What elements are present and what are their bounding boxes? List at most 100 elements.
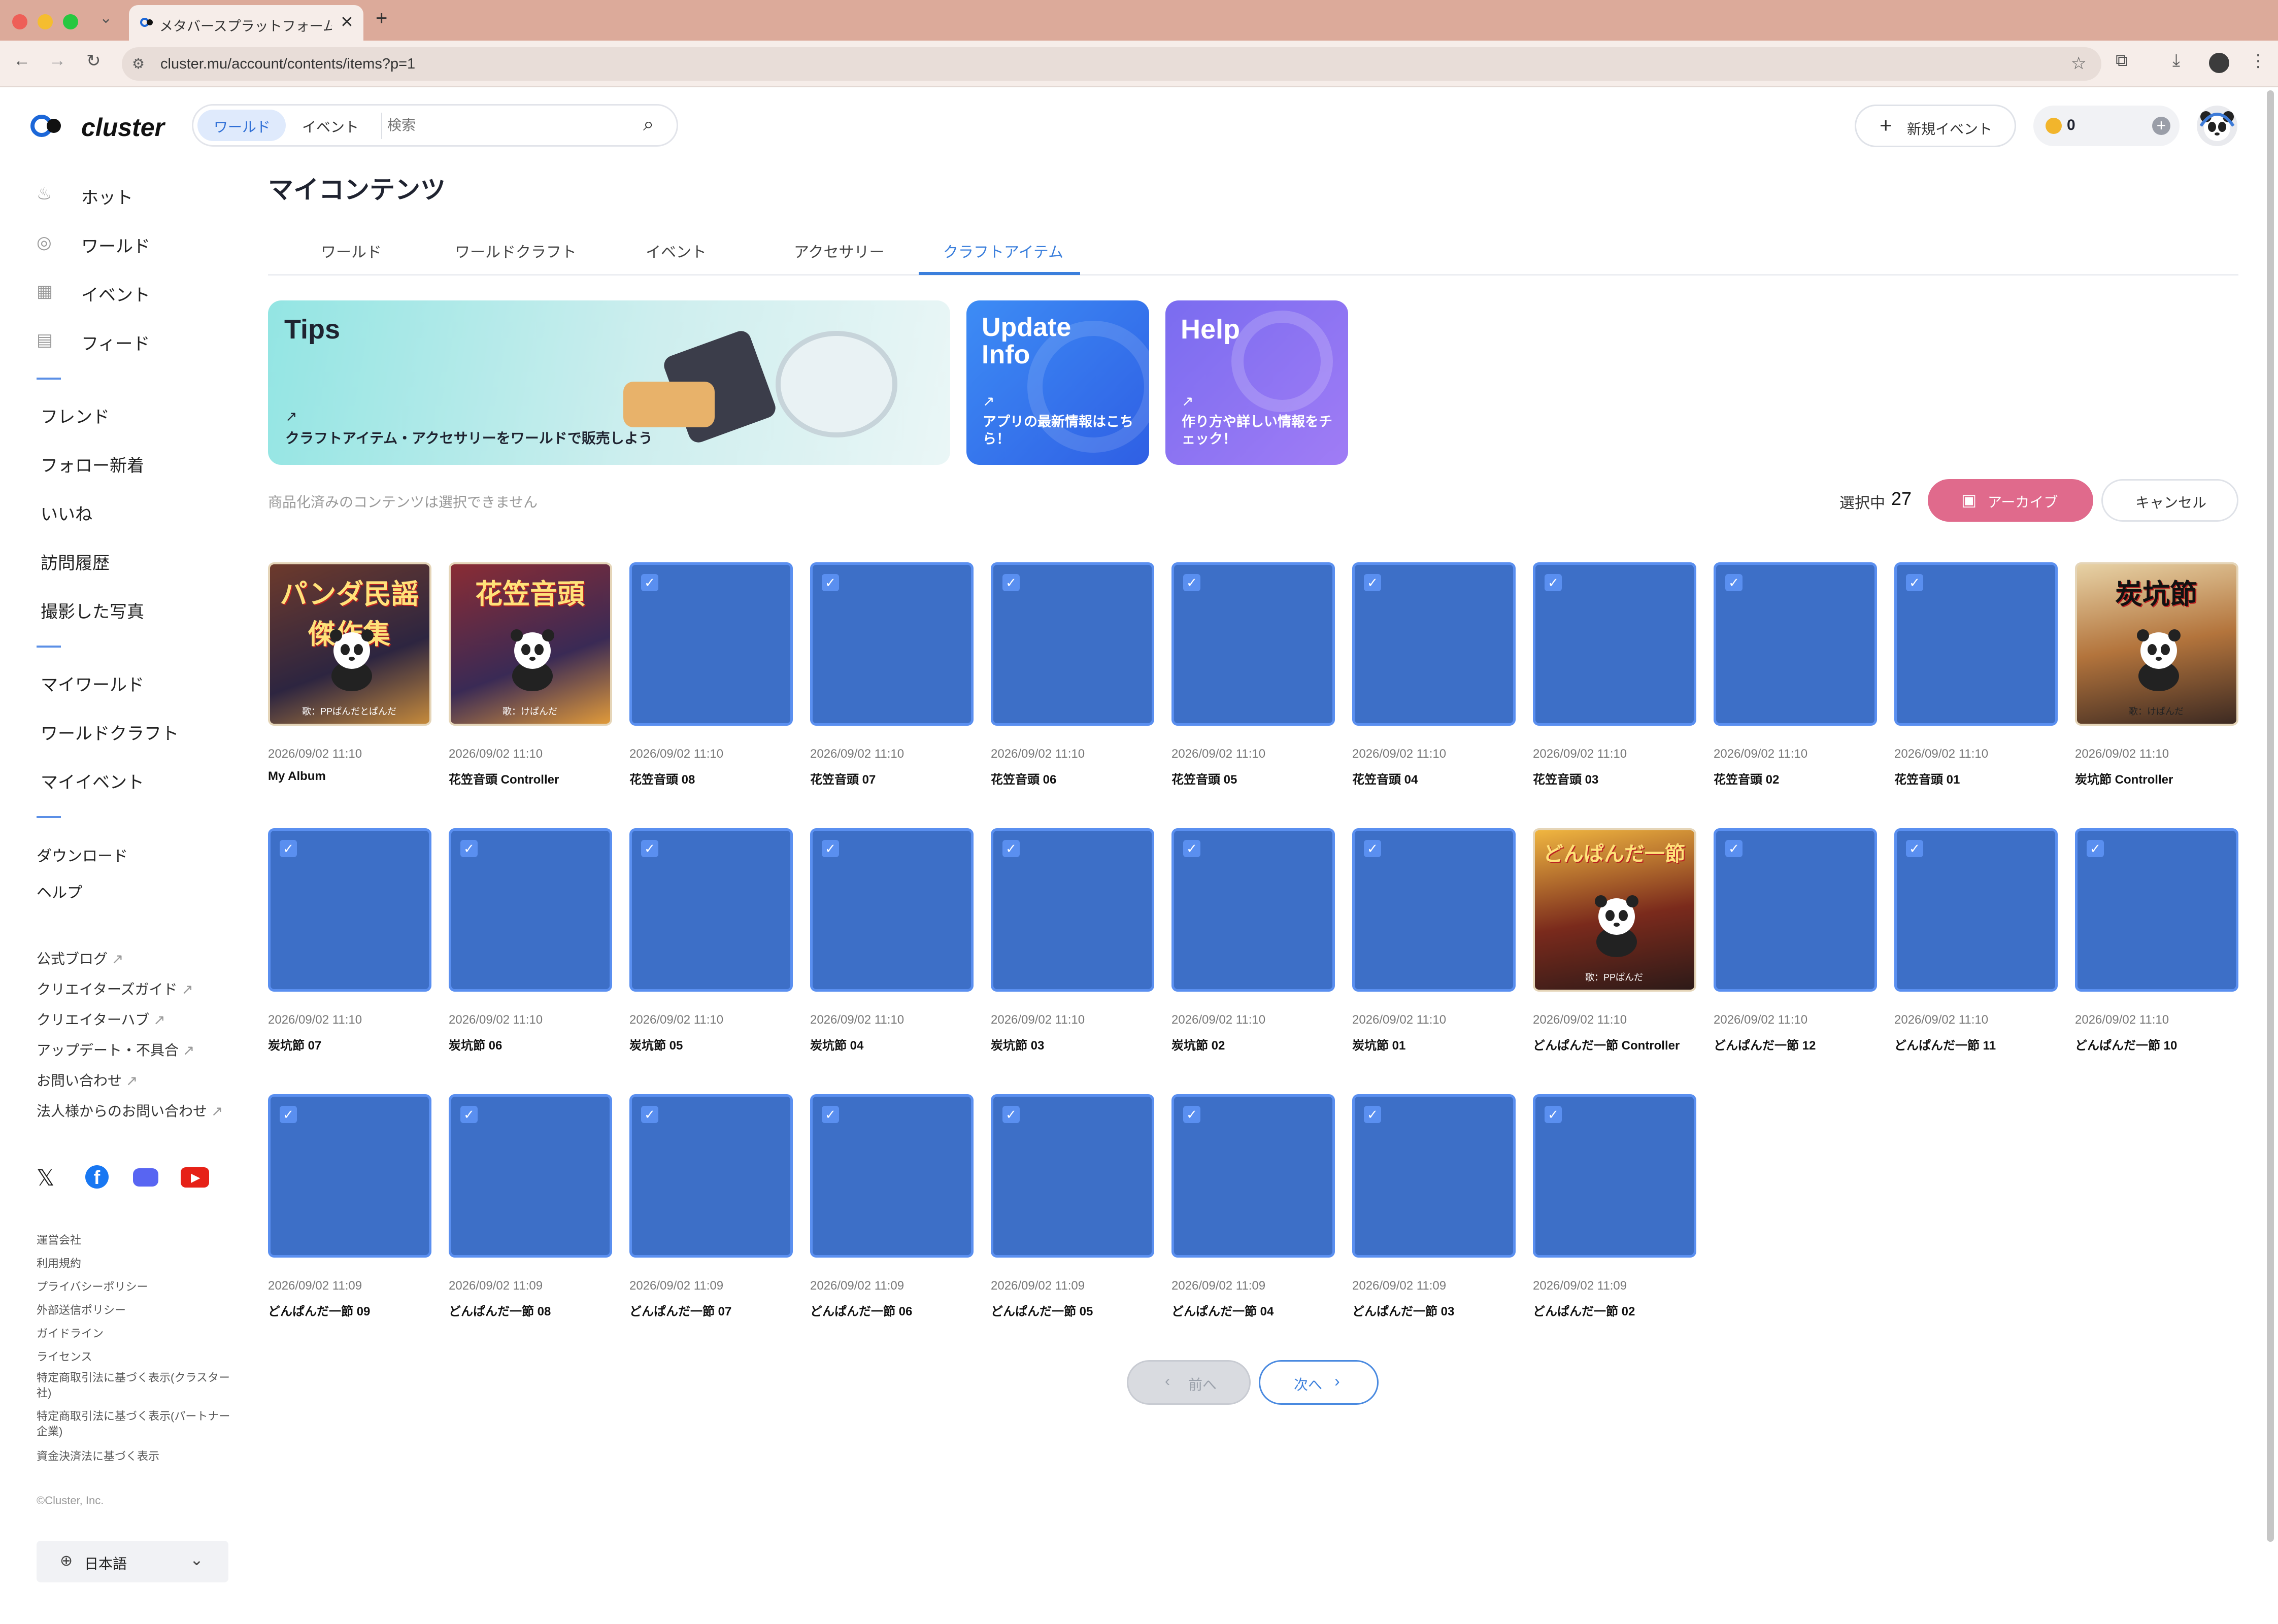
sidebar-item-download[interactable]: ダウンロード [37,843,128,866]
item-name[interactable]: どんぱんだ一節 12 [1714,1035,1816,1053]
item-card[interactable]: ✓ [449,828,612,992]
search-tab-event[interactable]: イベント [302,116,359,137]
tab-world-craft[interactable]: ワールドクラフト [455,240,577,262]
item-name[interactable]: どんぱんだ一節 08 [449,1301,551,1319]
sidebar-item-follow-new[interactable]: フォロー新着 [41,452,144,477]
item-name[interactable]: どんぱんだ一節 03 [1352,1301,1454,1319]
checkbox-checked-icon[interactable]: ✓ [1183,574,1200,591]
item-card[interactable]: パンダ民謡傑作集歌：PPぱんだとぱんだ [268,562,431,726]
item-name[interactable]: 花笠音頭 01 [1894,769,1960,787]
item-card[interactable]: ✓ [1894,828,2058,992]
browser-menu-icon[interactable]: ⋮ [2250,51,2267,71]
checkbox-checked-icon[interactable]: ✓ [1906,574,1923,591]
item-name[interactable]: My Album [268,769,326,784]
link-company[interactable]: 運営会社 [37,1231,81,1247]
item-name[interactable]: 花笠音頭 03 [1533,769,1598,787]
item-card[interactable]: ✓ [1533,1094,1696,1258]
item-name[interactable]: どんぱんだ一節 07 [629,1301,731,1319]
sidebar-item-event[interactable]: イベント [81,281,150,306]
site-settings-icon[interactable]: ⚙ [132,55,145,72]
checkbox-checked-icon[interactable]: ✓ [1364,574,1381,591]
sidebar-item-help[interactable]: ヘルプ [37,880,82,902]
youtube-icon[interactable]: ▶ [181,1167,209,1188]
link-external-transmission[interactable]: 外部送信ポリシー [37,1301,126,1317]
item-card[interactable]: ✓ [1533,562,1696,726]
checkbox-checked-icon[interactable]: ✓ [641,1106,658,1123]
discord-icon[interactable] [133,1168,158,1187]
item-name[interactable]: 花笠音頭 04 [1352,769,1418,787]
checkbox-checked-icon[interactable]: ✓ [822,1106,839,1123]
checkbox-checked-icon[interactable]: ✓ [1545,1106,1562,1123]
item-card[interactable]: 炭坑節 歌：けぱんだ [2075,562,2238,726]
link-privacy[interactable]: プライバシーポリシー [37,1278,148,1294]
update-info-banner[interactable]: Update Info ↗ アプリの最新情報はこちら！ [966,300,1149,465]
sidebar-item-my-world[interactable]: マイワールド [41,671,144,696]
help-banner[interactable]: Help ↗ 作り方や詳しい情報をチェック！ [1165,300,1348,465]
sidebar-item-friends[interactable]: フレンド [41,403,110,428]
item-name[interactable]: どんぱんだ一節 02 [1533,1301,1635,1319]
item-name[interactable]: 炭坑節 04 [810,1035,863,1053]
checkbox-checked-icon[interactable]: ✓ [2087,840,2104,857]
link-tokushoho-cluster[interactable]: 特定商取引法に基づく表示(クラスター社) [37,1370,234,1401]
tab-craft-item[interactable]: クラフトアイテム [943,240,1063,262]
item-name[interactable]: どんぱんだ一節 11 [1894,1035,1996,1053]
link-license[interactable]: ライセンス [37,1348,92,1364]
bookmark-star-icon[interactable]: ☆ [2071,53,2086,74]
item-card[interactable]: ✓ [1352,562,1516,726]
item-name[interactable]: 花笠音頭 02 [1714,769,1779,787]
sidebar-item-my-event[interactable]: マイイベント [41,768,144,793]
prev-page-button[interactable]: ‹ 前へ [1127,1360,1251,1405]
item-card[interactable]: ✓ [810,562,974,726]
link-contact[interactable]: お問い合わせ ↗ [37,1070,138,1090]
checkbox-checked-icon[interactable]: ✓ [1364,1106,1381,1123]
item-name[interactable]: 炭坑節 03 [991,1035,1044,1053]
item-card[interactable]: ✓ [629,1094,793,1258]
item-card[interactable]: ✓ [268,828,431,992]
coin-balance[interactable]: 0 + [2033,106,2180,146]
user-avatar[interactable] [2197,106,2237,146]
checkbox-checked-icon[interactable]: ✓ [1183,1106,1200,1123]
checkbox-checked-icon[interactable]: ✓ [1725,574,1743,591]
item-name[interactable]: 花笠音頭 Controller [449,769,559,787]
sidebar-item-world[interactable]: ワールド [81,232,150,257]
item-card[interactable]: ✓ [1171,1094,1335,1258]
item-card[interactable]: ✓ [991,1094,1154,1258]
sidebar-item-history[interactable]: 訪問履歴 [41,549,110,574]
item-name[interactable]: どんぱんだ一節 10 [2075,1035,2177,1053]
item-name[interactable]: どんぱんだ一節 Controller [1533,1035,1680,1053]
checkbox-checked-icon[interactable]: ✓ [1002,574,1020,591]
item-card[interactable]: ✓ [1171,562,1335,726]
checkbox-checked-icon[interactable]: ✓ [1906,840,1923,857]
checkbox-checked-icon[interactable]: ✓ [1002,1106,1020,1123]
profile-avatar[interactable] [2209,53,2229,73]
checkbox-checked-icon[interactable]: ✓ [1545,574,1562,591]
checkbox-checked-icon[interactable]: ✓ [822,840,839,857]
item-card[interactable]: ✓ [1714,828,1877,992]
item-name[interactable]: どんぱんだ一節 05 [991,1301,1093,1319]
item-name[interactable]: 炭坑節 05 [629,1035,683,1053]
item-card[interactable]: ✓ [810,1094,974,1258]
tab-list-chevron-icon[interactable]: ⌄ [99,9,112,27]
page-scrollbar[interactable] [2267,90,2274,1542]
checkbox-checked-icon[interactable]: ✓ [1725,840,1743,857]
url-field[interactable]: ⚙ cluster.mu/account/contents/items?p=1 … [122,47,2101,81]
item-card[interactable]: ✓ [1352,1094,1516,1258]
item-name[interactable]: 花笠音頭 05 [1171,769,1237,787]
reload-icon[interactable]: ↻ [86,51,101,71]
minimize-window-button[interactable] [38,14,53,29]
checkbox-checked-icon[interactable]: ✓ [1183,840,1200,857]
browser-tab[interactable]: メタバースプラットフォーム clu ✕ [129,5,363,41]
add-coin-icon[interactable]: + [2152,117,2170,135]
search-icon[interactable]: ⌕ [643,114,654,136]
tips-banner[interactable]: Tips ↗ クラフトアイテム・アクセサリーをワールドで販売しよう [268,300,950,465]
close-tab-icon[interactable]: ✕ [340,12,354,31]
item-name[interactable]: 花笠音頭 08 [629,769,695,787]
item-name[interactable]: 炭坑節 06 [449,1035,502,1053]
link-updates-issues[interactable]: アップデート・不具合 ↗ [37,1039,194,1060]
item-card[interactable]: ✓ [1352,828,1516,992]
extensions-icon[interactable]: ⧉ [2116,51,2128,71]
x-twitter-icon[interactable]: 𝕏 [37,1165,54,1191]
item-card[interactable]: ✓ [268,1094,431,1258]
item-card[interactable]: ✓ [629,562,793,726]
item-name[interactable]: 炭坑節 07 [268,1035,321,1053]
